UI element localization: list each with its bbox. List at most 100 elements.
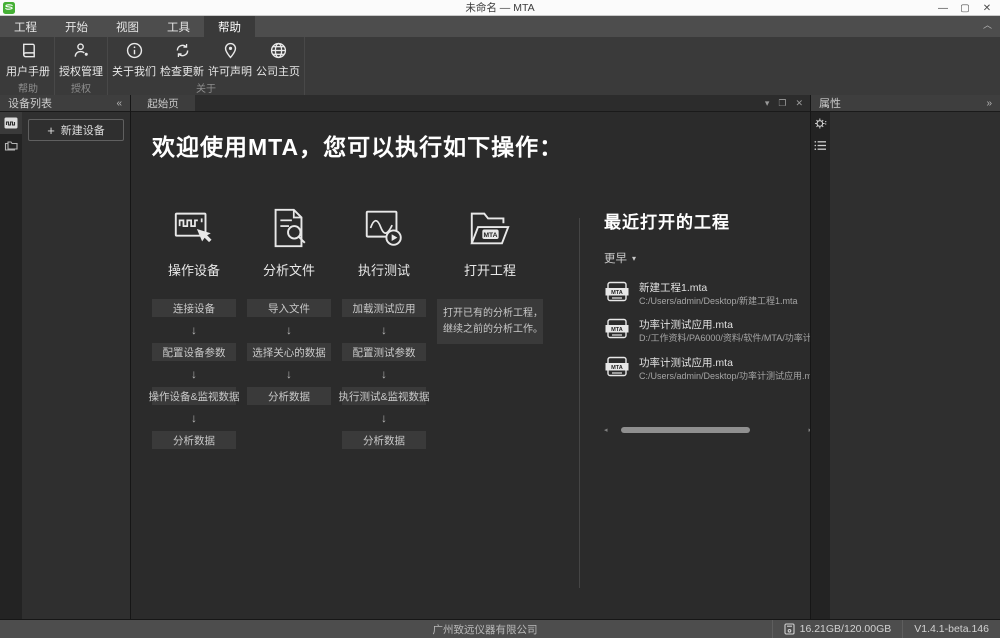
action-columns: 操作设备 连接设备 ↓ 配置设备参数 ↓ 操作设备&监视数据 ↓ 分析数据	[152, 204, 810, 588]
mta-file-icon: MTA	[604, 318, 630, 339]
step-run-test-monitor[interactable]: 执行测试&监视数据	[342, 387, 426, 405]
about-us-button[interactable]: 关于我们	[110, 37, 158, 79]
run-test-icon	[361, 204, 407, 252]
device-view-tab[interactable]	[0, 112, 22, 134]
storage-text: 16.21GB/120.00GB	[800, 623, 892, 635]
storage-indicator: 16.21GB/120.00GB	[772, 620, 903, 638]
scroll-left-icon[interactable]: ◂	[604, 426, 608, 434]
collapse-ribbon-icon[interactable]: ︿	[983, 18, 992, 31]
properties-content	[830, 112, 1000, 619]
device-list-content: + 新建设备	[22, 112, 130, 619]
column-open-project: MTA 打开工程 打开已有的分析工程， 继续之前的分析工作。	[437, 204, 543, 344]
close-tab-icon[interactable]: ✕	[795, 98, 803, 109]
window-title: 未命名 — MTA	[465, 0, 534, 15]
down-arrow-icon: ↓	[247, 361, 331, 387]
window-controls: — ▢ ✕	[932, 0, 998, 16]
down-arrow-icon: ↓	[152, 405, 236, 431]
close-button[interactable]: ✕	[976, 0, 998, 16]
document-tab-bar: 起始页 ▾ ❐ ✕	[131, 95, 810, 112]
down-arrow-icon: ↓	[152, 361, 236, 387]
document-area: 起始页 ▾ ❐ ✕ 欢迎使用MTA，您可以执行如下操作：	[131, 95, 810, 619]
pin-icon	[221, 41, 240, 60]
list-view-tab[interactable]	[811, 134, 830, 156]
welcome-title: 欢迎使用MTA，您可以执行如下操作：	[152, 128, 810, 162]
properties-panel: 属性 »	[810, 95, 1000, 619]
refresh-icon	[173, 41, 192, 60]
collapse-panel-icon[interactable]: «	[116, 98, 122, 109]
maximize-button[interactable]: ▢	[954, 0, 976, 16]
project-files-tab[interactable]	[0, 134, 22, 156]
recent-projects-section: 最近打开的工程 更早 ▾ MTA	[604, 204, 810, 434]
expand-panel-icon[interactable]: »	[986, 98, 992, 109]
horizontal-scrollbar[interactable]: ◂ ▸	[604, 426, 810, 434]
step-operate-monitor[interactable]: 操作设备&监视数据	[152, 387, 236, 405]
down-arrow-icon: ↓	[152, 317, 236, 343]
step-configure-device-params[interactable]: 配置设备参数	[152, 343, 236, 361]
ribbon-group-about: 关于我们 检查更新 许可声明	[108, 37, 305, 95]
column-title: 操作设备	[168, 260, 220, 279]
vertical-divider	[579, 218, 580, 588]
column-title: 打开工程	[464, 260, 516, 279]
license-manage-button[interactable]: 授权管理	[57, 37, 105, 79]
analyze-file-icon	[266, 204, 312, 252]
menu-tab-project[interactable]: 工程	[0, 16, 51, 37]
project-name: 新建工程1.mta	[639, 281, 810, 295]
waveform-screen-icon	[4, 117, 18, 129]
ribbon: 用户手册 帮助 授权管理 授权	[0, 37, 1000, 95]
device-list-header: 设备列表 «	[0, 95, 130, 112]
menu-tab-view[interactable]: 视图	[102, 16, 153, 37]
project-path: D:/工作资料/PA6000/资料/软件/MTA/功率计测试应用.mta	[639, 332, 810, 344]
app-logo-icon	[3, 2, 15, 14]
globe-icon	[269, 41, 288, 60]
menu-tab-help[interactable]: 帮助	[204, 16, 255, 37]
project-name: 功率计测试应用.mta	[639, 356, 810, 370]
step-import-file[interactable]: 导入文件	[247, 299, 331, 317]
recent-project-item[interactable]: MTA 功率计测试应用.mta C:/Users/admin/Desktop/功…	[604, 356, 810, 382]
company-homepage-button[interactable]: 公司主页	[254, 37, 302, 79]
main-row: 设备列表 «	[0, 95, 1000, 620]
recent-filter-dropdown[interactable]: 更早 ▾	[604, 250, 810, 266]
column-run-test: 执行测试 加载测试应用 ↓ 配置测试参数 ↓ 执行测试&监视数据 ↓ 分析数据	[342, 204, 426, 449]
step-analyze-data[interactable]: 分析数据	[342, 431, 426, 449]
license-statement-button[interactable]: 许可声明	[206, 37, 254, 79]
left-icon-strip	[0, 112, 22, 619]
tab-list-dropdown-icon[interactable]: ▾	[765, 98, 770, 109]
float-window-icon[interactable]: ❐	[778, 98, 786, 109]
step-analyze-data[interactable]: 分析数据	[152, 431, 236, 449]
company-name: 广州致远仪器有限公司	[433, 622, 538, 637]
recent-project-item[interactable]: MTA 新建工程1.mta C:/Users/admin/Desktop/新建工…	[604, 281, 810, 307]
check-update-button[interactable]: 检查更新	[158, 37, 206, 79]
column-operate-device: 操作设备 连接设备 ↓ 配置设备参数 ↓ 操作设备&监视数据 ↓ 分析数据	[152, 204, 236, 449]
svg-text:MTA: MTA	[611, 364, 623, 370]
step-select-data[interactable]: 选择关心的数据	[247, 343, 331, 361]
new-device-button[interactable]: + 新建设备	[28, 119, 124, 141]
project-name: 功率计测试应用.mta	[639, 318, 810, 332]
step-analyze-data[interactable]: 分析数据	[247, 387, 331, 405]
person-gear-icon	[72, 41, 91, 60]
menu-tab-start[interactable]: 开始	[51, 16, 102, 37]
step-configure-test-params[interactable]: 配置测试参数	[342, 343, 426, 361]
open-project-note[interactable]: 打开已有的分析工程， 继续之前的分析工作。	[437, 299, 543, 344]
status-bar: 广州致远仪器有限公司 16.21GB/120.00GB V1.4.1-beta.…	[0, 620, 1000, 638]
scrollbar-thumb[interactable]	[621, 427, 751, 433]
settings-view-tab[interactable]	[811, 112, 830, 134]
minimize-button[interactable]: —	[932, 0, 954, 16]
info-icon	[125, 41, 144, 60]
properties-header: 属性 »	[811, 95, 1000, 112]
column-analyze-file: 分析文件 导入文件 ↓ 选择关心的数据 ↓ 分析数据	[247, 204, 331, 405]
down-arrow-icon: ↓	[342, 361, 426, 387]
version-text: V1.4.1-beta.146	[914, 623, 989, 635]
tab-start-page[interactable]: 起始页	[131, 95, 195, 111]
menu-tab-tools[interactable]: 工具	[153, 16, 204, 37]
step-load-test-app[interactable]: 加载测试应用	[342, 299, 426, 317]
app-window: 未命名 — MTA — ▢ ✕ 工程 开始 视图 工具 帮助 ︿ 用户手册	[0, 0, 1000, 638]
scrollbar-track[interactable]	[613, 427, 804, 433]
menu-bar: 工程 开始 视图 工具 帮助 ︿	[0, 16, 1000, 37]
disk-icon	[784, 623, 795, 635]
user-manual-button[interactable]: 用户手册	[4, 37, 52, 79]
recent-projects-list: MTA 新建工程1.mta C:/Users/admin/Desktop/新建工…	[604, 281, 810, 382]
recent-project-item[interactable]: MTA 功率计测试应用.mta D:/工作资料/PA6000/资料/软件/MTA…	[604, 318, 810, 344]
ribbon-group-help: 用户手册 帮助	[2, 37, 55, 95]
device-operate-icon	[171, 204, 217, 252]
step-connect-device[interactable]: 连接设备	[152, 299, 236, 317]
